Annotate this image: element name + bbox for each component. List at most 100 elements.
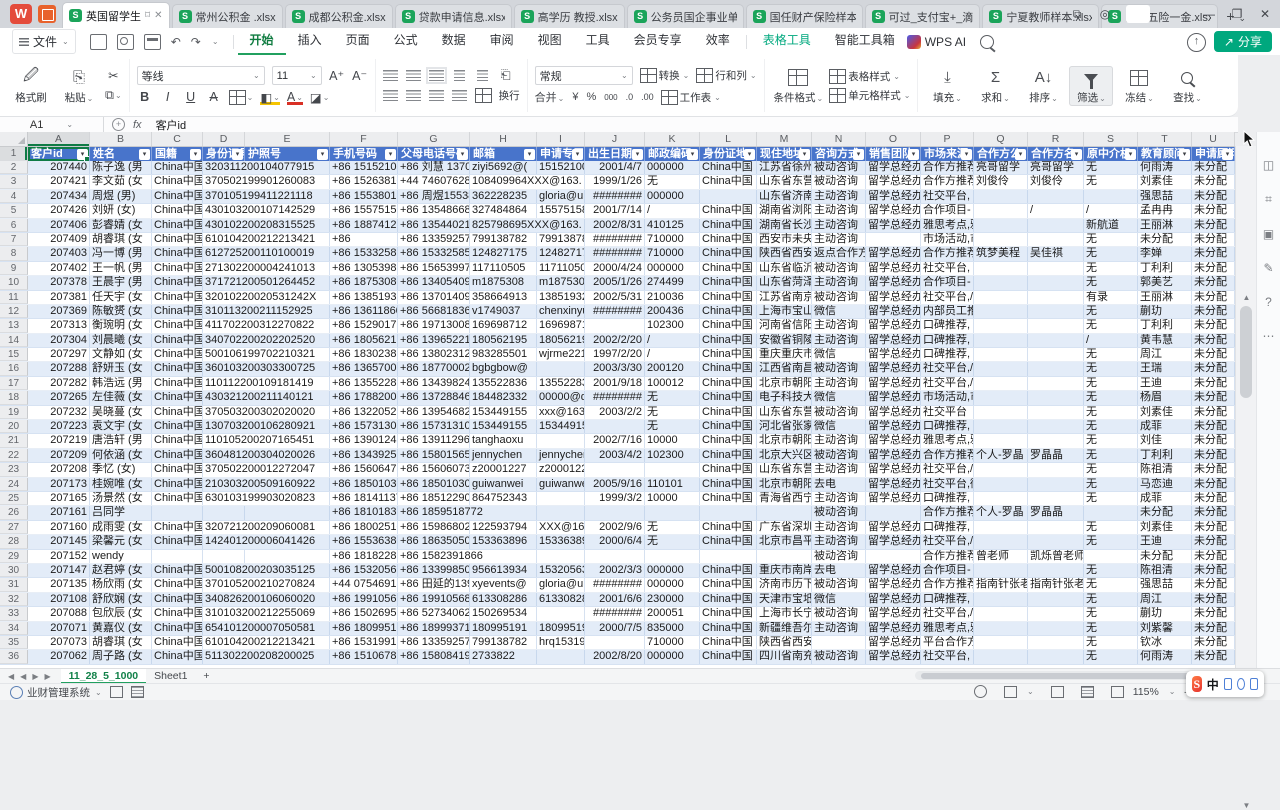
header-cell-P[interactable]: 市场来源▾ — [921, 147, 974, 161]
cell-I23[interactable]: z20001227 — [537, 463, 585, 476]
cell-B2[interactable]: 陈子逸 (男 — [90, 161, 152, 174]
sogou-logo-icon[interactable]: S — [1192, 676, 1202, 692]
cell-M14[interactable]: 安徽省铜陵 — [757, 334, 812, 347]
cell-D3[interactable]: 370502199901260083 — [203, 175, 245, 188]
cell-S29[interactable] — [1084, 550, 1138, 563]
cell-T12[interactable]: 蒯玏 — [1138, 305, 1192, 318]
header-cell-M[interactable]: 现住地址▾ — [757, 147, 812, 161]
cell-P3[interactable]: 合作方推荐 — [921, 175, 974, 188]
row-header-6[interactable]: 6 — [0, 219, 28, 232]
cell-R5[interactable]: / — [1028, 204, 1084, 217]
cell-Q7[interactable] — [974, 233, 1028, 246]
cell-D10[interactable]: 371721200501264452 — [203, 276, 245, 289]
cell-F30[interactable]: +86 15320563 — [330, 564, 398, 577]
cell-M13[interactable]: 河南省信阳 — [757, 319, 812, 332]
cell-D2[interactable]: 320311200104077915 — [203, 161, 245, 174]
skin-icon[interactable]: ◎ — [1098, 7, 1112, 21]
cell-G36[interactable]: +86 1580841990 — [398, 650, 470, 663]
cell-E26[interactable] — [245, 506, 330, 519]
cell-F7[interactable]: +86 — [330, 233, 398, 246]
cell-O28[interactable]: 留学总经办 — [866, 535, 921, 548]
cell-T7[interactable]: 未分配 — [1138, 233, 1192, 246]
cell-L10[interactable]: China中国 — [700, 276, 757, 289]
cell-J35[interactable] — [585, 636, 645, 649]
cell-A27[interactable]: 207160 — [28, 521, 90, 534]
file-tab-3[interactable]: S贷款申请信息.xlsx — [395, 4, 512, 28]
cell-L5[interactable]: China中国 — [700, 204, 757, 217]
cell-D28[interactable]: 142401200006041426 — [203, 535, 245, 548]
cell-F22[interactable]: +86 13439252 — [330, 449, 398, 462]
merge-icon[interactable] — [475, 88, 492, 104]
cell-J11[interactable]: 2002/5/31 — [585, 291, 645, 304]
cell-N11[interactable]: 被动咨询 — [812, 291, 866, 304]
cell-T33[interactable]: 蒯玏 — [1138, 607, 1192, 620]
column-header-N[interactable]: N — [812, 132, 866, 146]
row-header-8[interactable]: 8 — [0, 247, 28, 260]
cell-O34[interactable]: 留学总经办 — [866, 622, 921, 635]
cell-Q17[interactable] — [974, 377, 1028, 390]
cell-Q36[interactable] — [974, 650, 1028, 663]
filter-icon[interactable]: ▾ — [687, 149, 698, 160]
cell-G34[interactable]: +86 1899937166 — [398, 622, 470, 635]
row-header-27[interactable]: 27 — [0, 521, 28, 534]
cell-N5[interactable]: 主动咨询 — [812, 204, 866, 217]
filter-icon[interactable]: ▾ — [744, 149, 755, 160]
cell-K35[interactable]: 710000 — [645, 636, 700, 649]
cell-I18[interactable]: 00000@qq( — [537, 391, 585, 404]
cell-B19[interactable]: 吴晓蔓 (女 — [90, 406, 152, 419]
cell-U9[interactable]: 未分配 — [1192, 262, 1235, 275]
cell-U6[interactable]: 未分配 — [1192, 219, 1235, 232]
cell-R28[interactable] — [1028, 535, 1084, 548]
cell-B29[interactable]: wendy — [90, 550, 152, 563]
cell-R20[interactable] — [1028, 420, 1084, 433]
cell-D18[interactable]: 430321200211140121 — [203, 391, 245, 404]
cell-F20[interactable]: +86 15731301 — [330, 420, 398, 433]
cell-N9[interactable]: 被动咨询 — [812, 262, 866, 275]
cell-G26[interactable]: +86 1859518772 — [398, 506, 470, 519]
cell-I28[interactable]: 153363896 — [537, 535, 585, 548]
menu-tab-工具[interactable]: 工具 — [574, 28, 622, 55]
cell-B33[interactable]: 包欣辰 (女 — [90, 607, 152, 620]
cell-N17[interactable]: 主动咨询 — [812, 377, 866, 390]
cell-F34[interactable]: +86 18099519 — [330, 622, 398, 635]
cell-G8[interactable]: +86 1533258500 — [398, 247, 470, 260]
conditional-format-button[interactable]: 条件格式⌄ — [772, 66, 826, 106]
cell-P32[interactable]: 口碑推荐, — [921, 593, 974, 606]
cell-R18[interactable] — [1028, 391, 1084, 404]
cell-K26[interactable] — [645, 506, 700, 519]
cell-C25[interactable]: China中国 — [152, 492, 203, 505]
cell-B26[interactable]: 吕同学 — [90, 506, 152, 519]
cell-K14[interactable]: / — [645, 334, 700, 347]
cell-B25[interactable]: 汤景然 (女 — [90, 492, 152, 505]
cell-G10[interactable]: +86 1340540988 — [398, 276, 470, 289]
cell-B3[interactable]: 李文茹 (女 — [90, 175, 152, 188]
cell-O2[interactable]: 留学总经办 — [866, 161, 921, 174]
cell-T3[interactable]: 刘素佳 — [1138, 175, 1192, 188]
filter-icon[interactable]: ▾ — [853, 149, 864, 160]
save-icon[interactable] — [90, 34, 107, 50]
cell-N8[interactable]: 返点合作方 — [812, 247, 866, 260]
cell-I9[interactable]: 117110505 — [537, 262, 585, 275]
status-outline-icon[interactable] — [131, 686, 144, 698]
cell-Q13[interactable] — [974, 319, 1028, 332]
cell-K19[interactable]: 无 — [645, 406, 700, 419]
cell-S26[interactable] — [1084, 506, 1138, 519]
cell-K11[interactable]: 210036 — [645, 291, 700, 304]
cell-J7[interactable]: ######## — [585, 233, 645, 246]
row-header-31[interactable]: 31 — [0, 578, 28, 591]
print-icon[interactable] — [144, 34, 161, 50]
cell-I24[interactable]: guiwanwei — [537, 478, 585, 491]
cell-L4[interactable] — [700, 190, 757, 203]
cell-H34[interactable]: 180995191 — [470, 622, 537, 635]
cell-J13[interactable] — [585, 319, 645, 332]
cell-A8[interactable]: 207403 — [28, 247, 90, 260]
cell-Q27[interactable] — [974, 521, 1028, 534]
cell-P27[interactable]: 口碑推荐, — [921, 521, 974, 534]
cell-H33[interactable]: 150269534 — [470, 607, 537, 620]
filter-icon[interactable]: ▾ — [457, 149, 468, 160]
cell-U19[interactable]: 未分配 — [1192, 406, 1235, 419]
cell-I27[interactable]: XXX@163.( — [537, 521, 585, 534]
cell-Q26[interactable]: 个人-罗晶 — [974, 506, 1028, 519]
cell-S13[interactable]: 无 — [1084, 319, 1138, 332]
row-header-14[interactable]: 14 — [0, 334, 28, 347]
